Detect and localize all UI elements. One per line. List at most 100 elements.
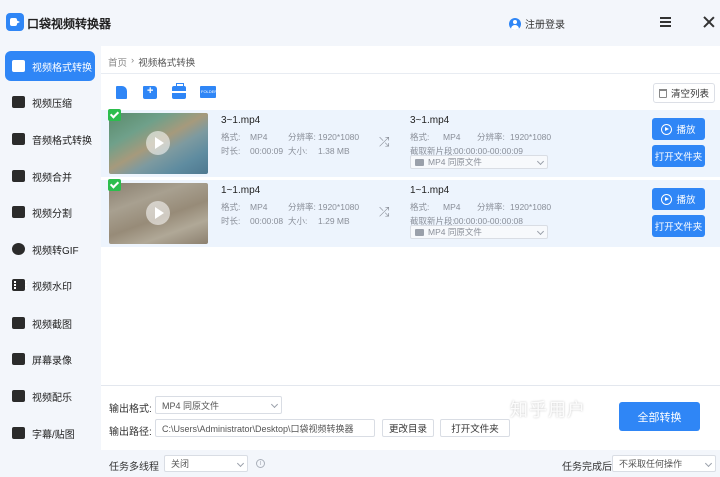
output-format-select-value: MP4 同原文件 xyxy=(428,227,482,237)
breadcrumb-separator: › xyxy=(131,55,135,66)
open-output-folder-button[interactable]: 打开文件夹 xyxy=(440,419,510,437)
convert-arrow-icon xyxy=(379,135,391,150)
sidebar-item-label: 视频截图 xyxy=(32,319,72,331)
trash-icon xyxy=(659,88,667,98)
video-icon xyxy=(415,228,424,236)
watermark-icon xyxy=(12,279,27,291)
output-format-select[interactable]: MP4 同原文件 xyxy=(410,155,548,169)
sidebar-item-label: 视频水印 xyxy=(32,281,72,293)
user-icon xyxy=(509,17,521,30)
source-file-name: 3~1.mp4 xyxy=(221,115,261,126)
clear-list-button[interactable]: 清空列表 xyxy=(653,83,715,103)
video-split-icon xyxy=(12,206,25,218)
breadcrumb-current: 视频格式转换 xyxy=(138,58,196,69)
multithread-value: 关闭 xyxy=(171,459,190,469)
sidebar-item-video-merge[interactable]: 视频合并 xyxy=(5,161,95,191)
convert-arrow-icon xyxy=(379,205,391,220)
sidebar-item-audio-convert[interactable]: 音频格式转换 xyxy=(5,124,95,154)
menu-icon[interactable] xyxy=(660,17,671,27)
login-button[interactable]: 注册登录 xyxy=(509,16,565,31)
breadcrumb-home[interactable]: 首页 xyxy=(108,55,127,69)
sidebar-item-video-split[interactable]: 视频分割 xyxy=(5,197,95,227)
sidebar-item-label: 字幕/贴图 xyxy=(32,429,75,441)
divider xyxy=(101,73,720,74)
multithread-select[interactable]: 关闭 xyxy=(164,455,248,472)
chevron-down-icon xyxy=(536,227,545,236)
open-folder-button[interactable]: 打开文件夹 xyxy=(652,215,705,237)
video-thumbnail[interactable] xyxy=(109,113,208,174)
play-overlay-icon[interactable] xyxy=(146,201,170,225)
sidebar-item-label: 视频转GIF xyxy=(32,245,79,257)
source-duration: 时长: 00:00:09 大小: 1.38 MB xyxy=(221,146,350,156)
output-path-field[interactable]: C:\Users\Administrator\Desktop\口袋视频转换器 xyxy=(155,419,375,437)
status-bar: 任务多线程 关闭 i 任务完成后 不采取任何操作 xyxy=(101,450,720,477)
login-label: 注册登录 xyxy=(525,20,565,31)
add-folder-icon[interactable] xyxy=(143,85,157,99)
video-compress-icon xyxy=(12,96,25,108)
audio-convert-icon xyxy=(12,133,25,145)
change-directory-button[interactable]: 更改目录 xyxy=(382,419,434,437)
app-title: 口袋视频转换器 xyxy=(27,17,112,31)
sidebar-item-video-convert[interactable]: 视频格式转换 xyxy=(5,51,95,81)
sidebar-item-label: 屏幕录像 xyxy=(32,355,72,367)
output-path-label: 输出路径: xyxy=(109,427,152,438)
output-format-value: MP4 同原文件 xyxy=(162,400,220,411)
sidebar-item-label: 视频配乐 xyxy=(32,392,72,404)
source-format: 格式: MP4 分辨率: 1920*1080 xyxy=(221,202,360,212)
chevron-down-icon xyxy=(236,459,245,468)
checkbox-checked-icon[interactable] xyxy=(108,109,121,121)
play-overlay-icon[interactable] xyxy=(146,131,170,155)
gif-icon xyxy=(12,243,25,255)
play-button[interactable]: 播放 xyxy=(652,188,705,210)
sidebar-item-video-gif[interactable]: 视频转GIF xyxy=(5,234,95,264)
sidebar-item-video-screenshot[interactable]: 视频截图 xyxy=(5,308,95,338)
app-logo-icon xyxy=(6,13,24,31)
video-merge-icon xyxy=(12,170,25,182)
source-format: 格式: MP4 分辨率: 1920*1080 xyxy=(221,132,360,142)
sidebar-item-video-watermark[interactable]: 视频水印 xyxy=(5,270,95,300)
output-format-select[interactable]: MP4 同原文件 xyxy=(155,396,282,414)
batch-icon[interactable] xyxy=(172,83,186,99)
play-button[interactable]: 播放 xyxy=(652,118,705,140)
source-file-name: 1~1.mp4 xyxy=(221,185,261,196)
output-format-label: 输出格式: xyxy=(109,404,152,415)
add-file-icon[interactable] xyxy=(116,86,127,99)
chevron-down-icon xyxy=(704,459,713,468)
output-settings-panel: 输出格式: MP4 同原文件 输出路径: C:\Users\Administra… xyxy=(101,385,720,477)
output-file-name: 1~1.mp4 xyxy=(410,185,450,196)
sidebar-item-label: 音频格式转换 xyxy=(32,135,92,147)
after-complete-label: 任务完成后 xyxy=(562,462,612,473)
after-complete-value: 不采取任何操作 xyxy=(619,459,683,469)
multithread-label: 任务多线程 xyxy=(109,462,159,473)
video-thumbnail[interactable] xyxy=(109,183,208,244)
sidebar-item-video-compress[interactable]: 视频压缩 xyxy=(5,87,95,117)
sidebar-item-label: 视频压缩 xyxy=(32,98,72,110)
music-icon xyxy=(12,390,25,402)
sidebar: 视频格式转换 视频压缩 音频格式转换 视频合并 视频分割 视频转GIF 视频水印… xyxy=(0,46,101,477)
screenshot-icon xyxy=(12,317,25,329)
sidebar-item-video-music[interactable]: 视频配乐 xyxy=(5,381,95,411)
play-label: 播放 xyxy=(676,125,696,136)
output-format-select-value: MP4 同原文件 xyxy=(428,157,482,167)
sidebar-item-label: 视频格式转换 xyxy=(32,62,92,74)
breadcrumb: 首页 › 视频格式转换 xyxy=(108,55,195,69)
close-icon[interactable] xyxy=(702,15,716,29)
after-complete-select[interactable]: 不采取任何操作 xyxy=(612,455,716,472)
convert-all-button[interactable]: 全部转换 xyxy=(619,402,700,431)
video-icon xyxy=(415,158,424,166)
sidebar-item-screen-record[interactable]: 屏幕录像 xyxy=(5,344,95,374)
checkbox-checked-icon[interactable] xyxy=(108,179,121,191)
sidebar-item-label: 视频合并 xyxy=(32,172,72,184)
main-panel: 首页 › 视频格式转换 清空列表 3~1.mp4 格式:MP4分辨率:1920*… xyxy=(101,46,720,477)
subtitle-icon xyxy=(12,427,25,439)
folder-import-icon[interactable] xyxy=(200,86,217,98)
play-icon xyxy=(661,193,673,205)
play-label: 播放 xyxy=(676,195,696,206)
chevron-down-icon xyxy=(536,157,545,166)
sidebar-item-label: 视频分割 xyxy=(32,208,72,220)
play-icon xyxy=(661,123,673,135)
info-icon[interactable]: i xyxy=(256,459,265,468)
open-folder-button[interactable]: 打开文件夹 xyxy=(652,145,705,167)
output-format-select[interactable]: MP4 同原文件 xyxy=(410,225,548,239)
sidebar-item-subtitle[interactable]: 字幕/贴图 xyxy=(5,418,95,448)
